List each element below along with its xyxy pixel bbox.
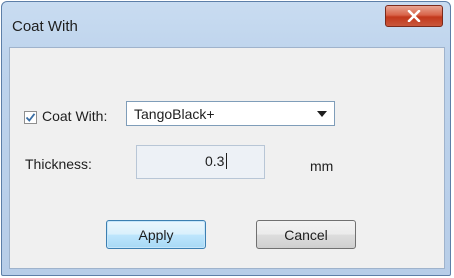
- close-button[interactable]: [385, 5, 443, 27]
- material-dropdown-value: TangoBlack+: [134, 106, 215, 122]
- coat-with-checkbox[interactable]: [24, 111, 37, 124]
- dialog-content: Coat With: TangoBlack+ Thickness: 0.3 mm…: [9, 47, 445, 269]
- thickness-unit: mm: [310, 158, 334, 174]
- title-bar[interactable]: Coat With: [2, 2, 450, 48]
- cancel-button[interactable]: Cancel: [256, 220, 356, 249]
- text-caret: [226, 153, 227, 169]
- coat-with-dialog: Coat With Coat With: TangoBlack+ Thickne…: [1, 1, 451, 276]
- window-title: Coat With: [12, 18, 78, 35]
- close-icon: [407, 10, 421, 22]
- thickness-value: 0.3: [205, 153, 225, 169]
- apply-button[interactable]: Apply: [106, 220, 206, 249]
- thickness-label: Thickness:: [25, 156, 92, 172]
- checkmark-icon: [25, 113, 36, 122]
- thickness-input[interactable]: 0.3: [136, 145, 265, 179]
- coat-with-label[interactable]: Coat With:: [42, 108, 107, 124]
- material-dropdown[interactable]: TangoBlack+: [126, 101, 335, 126]
- chevron-down-icon[interactable]: [317, 111, 327, 117]
